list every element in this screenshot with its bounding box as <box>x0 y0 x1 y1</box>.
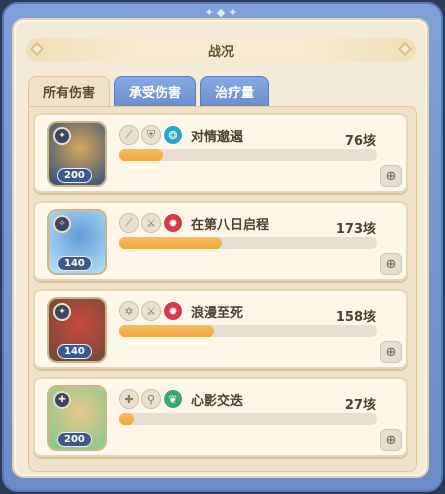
character-name: 在第八日启程 <box>191 218 270 233</box>
damage-bar-fill <box>119 237 223 249</box>
sword-icon: ⚔ <box>141 213 161 233</box>
trait-icons: ✚ ⚲ ❦ <box>119 389 183 409</box>
tab-bar: 所有伤害 承受伤害 治疗量 <box>28 76 270 106</box>
character-card: ✧ 140 ⟋ ⚔ ✸ 在第八日启程 173垓 ⊕ <box>33 201 408 281</box>
character-level: 200 <box>57 168 92 183</box>
path-icon: ⟋ <box>119 125 139 145</box>
character-name: 浪漫至死 <box>191 306 244 321</box>
damage-bar <box>119 325 377 337</box>
zoom-in-icon[interactable]: ⊕ <box>380 341 402 363</box>
damage-bar <box>119 149 377 161</box>
damage-value: 76垓 <box>344 134 376 149</box>
panel-title: 战况 <box>207 44 234 60</box>
damage-bar <box>119 413 377 425</box>
trait-icons: ⟋ ⚔ ✸ <box>119 213 183 233</box>
zoom-in-icon[interactable]: ⊕ <box>380 253 402 275</box>
damage-value: 158垓 <box>335 310 376 325</box>
shield-icon: ⛨ <box>141 125 161 145</box>
damage-bar-fill <box>119 325 215 337</box>
path-badge-icon: ✚ <box>53 391 71 409</box>
element-icon: ❂ <box>163 125 183 145</box>
character-card: ✚ 200 ✚ ⚲ ❦ 心影交迭 27垓 ⊕ <box>33 377 408 457</box>
character-level: 140 <box>57 344 92 359</box>
character-level: 200 <box>57 432 92 447</box>
character-portrait[interactable]: ✧ 140 <box>47 209 107 275</box>
character-level: 140 <box>57 256 92 271</box>
damage-bar <box>119 237 377 249</box>
path-badge-icon: ✧ <box>53 215 71 233</box>
damage-value: 27垓 <box>344 398 376 413</box>
path-badge-icon: ✦ <box>53 303 71 321</box>
element-icon: ✸ <box>163 213 183 233</box>
trait-icons: ✡ ⚔ ✸ <box>119 301 183 321</box>
tab-damage-taken[interactable]: 承受伤害 <box>114 76 197 106</box>
element-icon: ❦ <box>163 389 183 409</box>
element-icon: ✸ <box>163 301 183 321</box>
character-portrait[interactable]: ✦ 140 <box>47 297 107 363</box>
zoom-in-icon[interactable]: ⊕ <box>380 165 402 187</box>
panel-title-bar: 战况 <box>26 38 416 62</box>
character-portrait[interactable]: ✚ 200 <box>47 385 107 451</box>
character-card: ✦ 200 ⟋ ⛨ ❂ 对情邈遏 76垓 ⊕ <box>33 113 408 193</box>
path-icon: ⟋ <box>119 213 139 233</box>
character-name: 对情邈遏 <box>191 130 244 145</box>
damage-bar-fill <box>119 413 135 425</box>
battle-stats-panel: 战况 所有伤害 承受伤害 治疗量 ✦ 200 ⟋ ⛨ ❂ 对情邈遏 76垓 ⊕ <box>12 18 429 478</box>
character-card: ✦ 140 ✡ ⚔ ✸ 浪漫至死 158垓 ⊕ <box>33 289 408 369</box>
path-badge-icon: ✦ <box>53 127 71 145</box>
cross-icon: ✚ <box>119 389 139 409</box>
trait-icons: ⟋ ⛨ ❂ <box>119 125 183 145</box>
zoom-in-icon[interactable]: ⊕ <box>380 429 402 451</box>
character-name: 心影交迭 <box>191 394 244 409</box>
character-list: ✦ 200 ⟋ ⛨ ❂ 对情邈遏 76垓 ⊕ ✧ 140 ⟋ ⚔ ✸ 在第八日启… <box>28 106 417 472</box>
damage-value: 173垓 <box>335 222 376 237</box>
tab-healing[interactable]: 治疗量 <box>200 76 270 106</box>
damage-bar-fill <box>119 149 163 161</box>
staff-icon: ⚲ <box>141 389 161 409</box>
sword-icon: ⚔ <box>141 301 161 321</box>
diamond-ornament-icon <box>397 41 413 57</box>
character-portrait[interactable]: ✦ 200 <box>47 121 107 187</box>
diamond-ornament-icon <box>29 41 45 57</box>
star-icon: ✡ <box>119 301 139 321</box>
tab-all-damage[interactable]: 所有伤害 <box>28 76 111 106</box>
